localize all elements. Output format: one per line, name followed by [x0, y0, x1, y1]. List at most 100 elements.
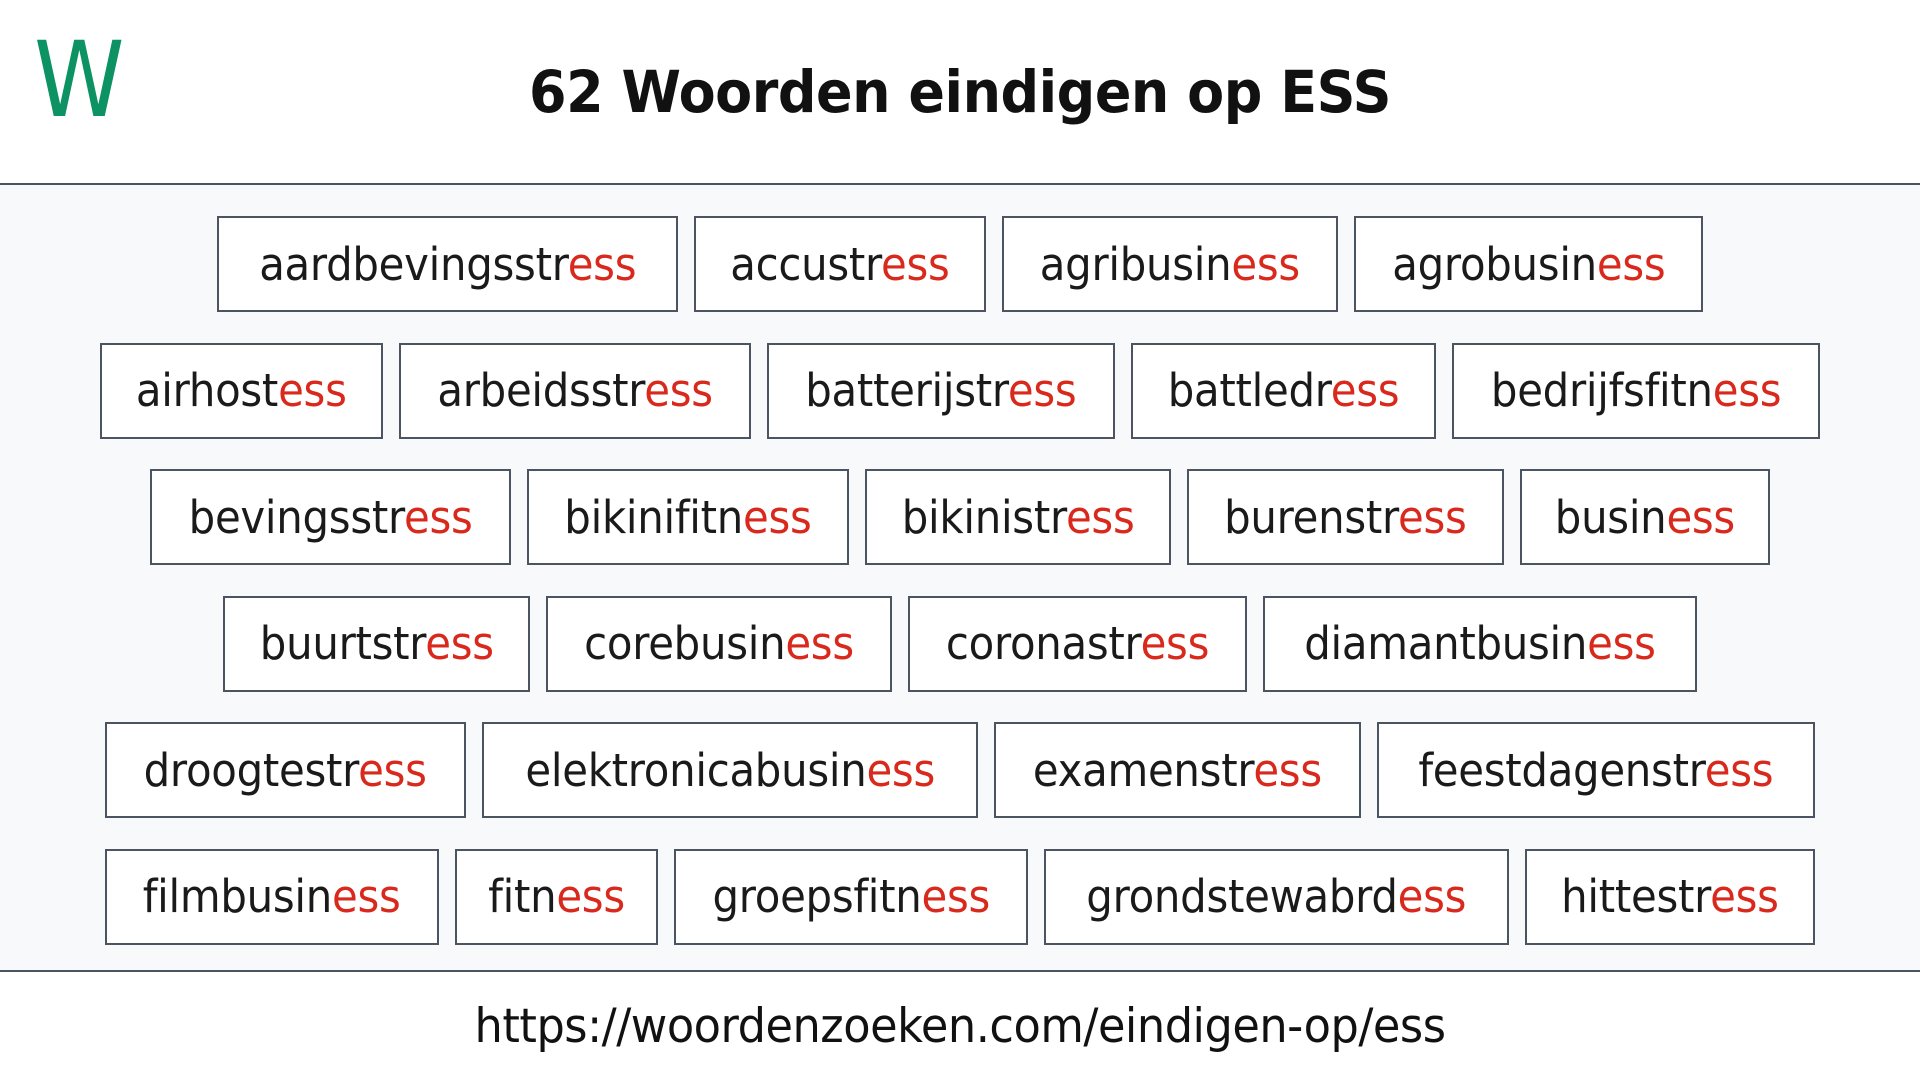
word-text: filmbusiness	[143, 874, 401, 919]
word-suffix: ess	[278, 364, 347, 418]
word-prefix: bevingsstr	[188, 490, 405, 544]
word-row: airhostess arbeidsstress batterijstress bat…	[0, 328, 1920, 455]
word-text: hittestress	[1561, 874, 1779, 919]
word-prefix: droogtestr	[144, 743, 359, 797]
word-text: feestdagenstress	[1418, 748, 1773, 793]
word-box[interactable]: elektronicabusiness	[481, 722, 979, 819]
word-box[interactable]: aardbevingsstress	[216, 216, 679, 313]
word-suffix: ess	[785, 617, 855, 671]
word-prefix: aardbevingsstr	[258, 237, 568, 291]
word-text: agrobusiness	[1392, 242, 1665, 287]
word-prefix: battledr	[1167, 364, 1331, 418]
word-prefix: elektronicabusin	[525, 743, 867, 797]
word-list-container: aardbevingsstress accustress agribusiness a…	[0, 185, 1920, 972]
word-box[interactable]: business	[1520, 469, 1770, 566]
word-text: droogtestress	[144, 748, 427, 793]
word-suffix: ess	[1398, 490, 1468, 544]
word-box[interactable]: grondstewabrdess	[1044, 848, 1509, 945]
word-box[interactable]: corebusiness	[546, 595, 893, 692]
word-text: buurtstress	[260, 621, 494, 666]
word-box[interactable]: bikinistress	[865, 469, 1172, 566]
word-suffix: ess	[1666, 490, 1736, 544]
word-row: droogtestress elektronicabusiness examenst…	[0, 707, 1920, 834]
word-suffix: ess	[1709, 870, 1779, 924]
word-prefix: groepsfitn	[712, 870, 922, 924]
word-prefix: bikinistr	[901, 490, 1067, 544]
word-text: bevingsstress	[189, 495, 473, 540]
word-suffix: ess	[404, 490, 473, 544]
word-suffix: ess	[743, 490, 812, 544]
word-text: bikinifitness	[565, 495, 813, 540]
word-row: filmbusiness fitness groepsfitness grondste…	[0, 834, 1920, 961]
word-box[interactable]: accustress	[694, 216, 986, 313]
word-box[interactable]: battledress	[1130, 342, 1436, 439]
word-suffix: ess	[1253, 743, 1323, 797]
word-text: aardbevingsstress	[259, 242, 636, 287]
word-box[interactable]: examenstress	[994, 722, 1361, 819]
page-header: W 62 Woorden eindigen op ESS	[0, 0, 1920, 185]
word-row: aardbevingsstress accustress agribusiness a…	[0, 201, 1920, 328]
word-prefix: batterijstr	[805, 364, 1008, 418]
word-box[interactable]: buurtstress	[222, 595, 531, 692]
word-prefix: grondstewabrd	[1086, 870, 1398, 924]
word-prefix: busin	[1554, 490, 1667, 544]
word-box[interactable]: arbeidsstress	[398, 342, 751, 439]
word-box[interactable]: burenstress	[1187, 469, 1505, 566]
word-text: bedrijfsfitness	[1490, 368, 1781, 413]
word-box[interactable]: bikinifitness	[527, 469, 850, 566]
word-prefix: filmbusin	[143, 870, 333, 924]
word-prefix: bedrijfsfitn	[1490, 364, 1713, 418]
word-suffix: ess	[1231, 237, 1300, 291]
word-box[interactable]: coronastress	[908, 595, 1248, 692]
word-text: groepsfitness	[712, 874, 990, 919]
word-box[interactable]: feestdagenstress	[1376, 722, 1815, 819]
word-suffix: ess	[1066, 490, 1135, 544]
word-box[interactable]: bedrijfsfitness	[1451, 342, 1820, 439]
word-text: agribusiness	[1040, 242, 1300, 287]
word-row: bevingsstress bikinifitness bikinistress bu…	[0, 454, 1920, 581]
word-prefix: bikinifitn	[564, 490, 744, 544]
word-suffix: ess	[921, 870, 990, 924]
word-suffix: ess	[1330, 364, 1399, 418]
word-suffix: ess	[332, 870, 401, 924]
word-box[interactable]: diamantbusiness	[1263, 595, 1698, 692]
word-prefix: fitn	[487, 870, 556, 924]
word-prefix: diamantbusin	[1304, 617, 1588, 671]
word-box[interactable]: agrobusiness	[1353, 216, 1704, 313]
word-text: examenstress	[1033, 748, 1322, 793]
word-suffix: ess	[1587, 617, 1657, 671]
word-box[interactable]: filmbusiness	[105, 848, 439, 945]
word-text: grondstewabrdess	[1086, 874, 1466, 919]
word-prefix: feestdagenstr	[1418, 743, 1705, 797]
word-text: airhostess	[136, 368, 347, 413]
word-suffix: ess	[1704, 743, 1774, 797]
word-prefix: agrobusin	[1391, 237, 1597, 291]
word-suffix: ess	[881, 237, 950, 291]
page-root: W 62 Woorden eindigen op ESS aardbevings…	[0, 0, 1920, 1080]
word-box[interactable]: groepsfitness	[673, 848, 1029, 945]
word-suffix: ess	[358, 743, 428, 797]
word-suffix: ess	[1007, 364, 1077, 418]
word-suffix: ess	[1596, 237, 1666, 291]
word-suffix: ess	[866, 743, 935, 797]
word-prefix: accustr	[730, 237, 882, 291]
word-box[interactable]: bevingsstress	[150, 469, 512, 566]
word-suffix: ess	[425, 617, 494, 671]
page-footer: https://woordenzoeken.com/eindigen-op/es…	[0, 972, 1920, 1080]
word-text: diamantbusiness	[1305, 621, 1657, 666]
word-box[interactable]: batterijstress	[766, 342, 1115, 439]
word-box[interactable]: hittestress	[1524, 848, 1815, 945]
word-text: batterijstress	[805, 368, 1076, 413]
word-suffix: ess	[1140, 617, 1210, 671]
word-suffix: ess	[555, 870, 625, 924]
word-text: arbeidsstress	[437, 368, 713, 413]
word-prefix: coronastr	[946, 617, 1141, 671]
word-box[interactable]: agribusiness	[1001, 216, 1338, 313]
source-url[interactable]: https://woordenzoeken.com/eindigen-op/es…	[475, 999, 1446, 1054]
word-box[interactable]: airhostess	[100, 342, 383, 439]
word-prefix: arbeidsstr	[437, 364, 645, 418]
word-box[interactable]: fitness	[454, 848, 658, 945]
word-suffix: ess	[567, 237, 636, 291]
word-box[interactable]: droogtestress	[105, 722, 466, 819]
word-suffix: ess	[1712, 364, 1781, 418]
